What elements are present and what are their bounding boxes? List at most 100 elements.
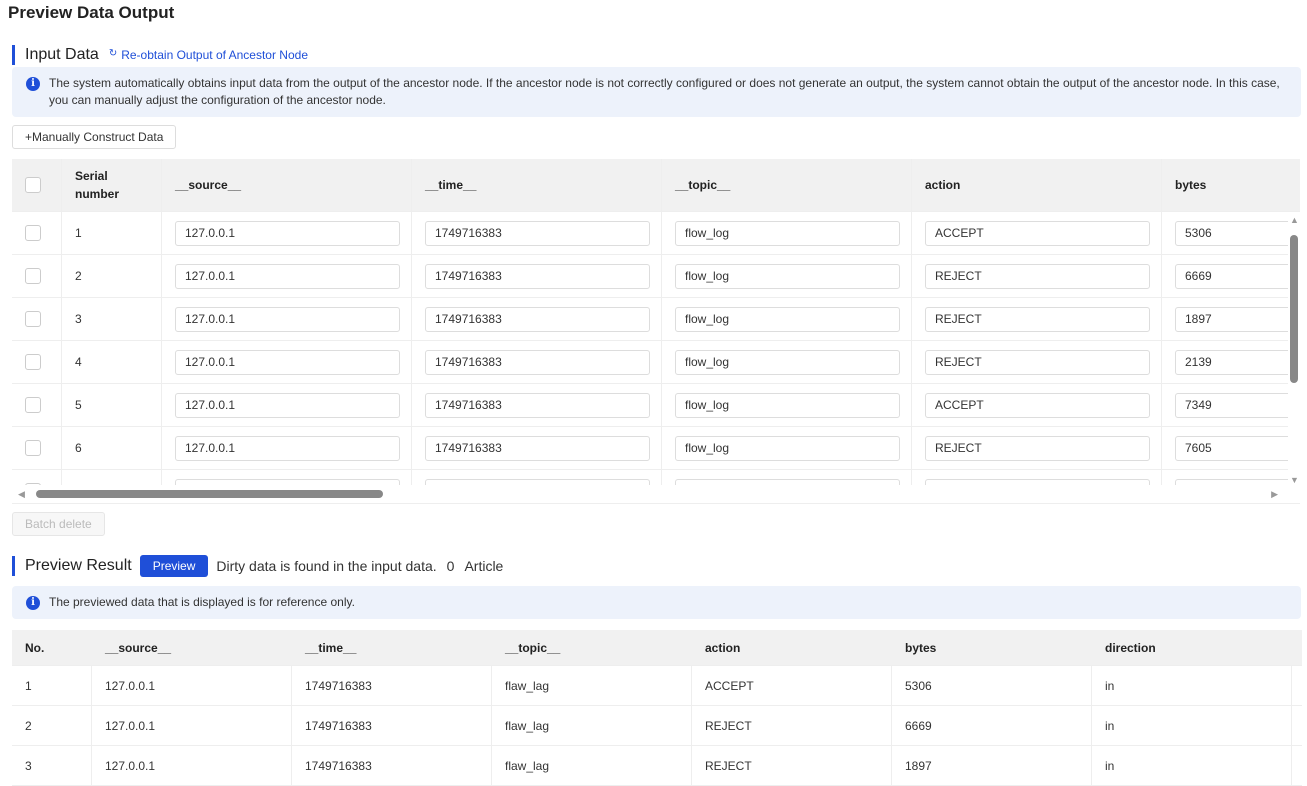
preview-source-cell: 127.0.0.1 [92, 666, 292, 705]
row-checkbox[interactable] [25, 311, 41, 327]
scroll-up-arrow-icon[interactable]: ▲ [1290, 215, 1299, 225]
topic-cell: flow_log [662, 341, 912, 383]
preview-direction-cell: in [1092, 746, 1292, 785]
manually-construct-data-button[interactable]: +Manually Construct Data [12, 125, 177, 149]
source-input[interactable]: 127.0.0.1 [175, 349, 400, 375]
time-input[interactable]: 1749716383 [425, 435, 650, 461]
vertical-scrollbar[interactable]: ▲ ▼ [1288, 213, 1300, 485]
preview-time-cell: 1749716383 [292, 746, 492, 785]
preview-header-topic: __topic__ [505, 640, 561, 655]
preview-button[interactable]: Preview [139, 555, 209, 577]
bytes-input[interactable]: 6669 [1175, 263, 1300, 289]
source-input[interactable]: 127.0.0.1 [175, 306, 400, 332]
topic-input[interactable]: flow_log [675, 435, 900, 461]
dirty-data-count: 0 [446, 558, 455, 574]
action-input[interactable]: REJECT [925, 435, 1150, 461]
bytes-cell: 7605 [1162, 427, 1300, 469]
table-row: 6 127.0.0.1 1749716383 flow_log REJECT 7605 [12, 427, 1300, 470]
row-checkbox[interactable] [25, 225, 41, 241]
source-cell: 127.0.0.1 [162, 255, 412, 297]
bytes-input[interactable]: 7349 [1175, 392, 1300, 418]
preview-bytes-cell: 6669 [892, 706, 1092, 745]
time-input[interactable]: 1749716383 [425, 392, 650, 418]
scroll-left-arrow-icon[interactable]: ◀ [18, 489, 25, 500]
topic-cell: flow_log [662, 384, 912, 426]
action-input[interactable]: ACCEPT [925, 220, 1150, 246]
row-checkbox[interactable] [25, 440, 41, 456]
section-accent-bar [12, 556, 15, 576]
action-cell: ACCEPT [912, 212, 1162, 254]
time-input[interactable]: 1749716383 [425, 306, 650, 332]
topic-input[interactable]: flow_log [675, 263, 900, 289]
table-row: 1 127.0.0.1 1749716383 flow_log ACCEPT 5306 [12, 212, 1300, 255]
vertical-scrollbar-thumb[interactable] [1290, 235, 1298, 383]
scroll-right-arrow-icon[interactable]: ▶ [1271, 489, 1278, 500]
preview-source-cell: 127.0.0.1 [92, 746, 292, 785]
action-input[interactable]: REJECT [925, 306, 1150, 332]
serial-number-cell: 1 [62, 212, 162, 254]
dirty-data-text: Dirty data is found in the input data. [216, 558, 437, 574]
time-cell: 1749716383 [412, 427, 662, 469]
batch-delete-button[interactable]: Batch delete [12, 512, 105, 536]
action-cell: REJECT [912, 427, 1162, 469]
preview-header-no: No. [25, 640, 45, 655]
time-cell: 1749716383 [412, 298, 662, 340]
reobtain-output-link[interactable]: ↻ Re-obtain Output of Ancestor Node [109, 48, 308, 62]
header-source: __source__ [162, 159, 412, 211]
action-input[interactable]: ACCEPT [925, 392, 1150, 418]
time-input[interactable]: 1749716383 [425, 349, 650, 375]
topic-input[interactable]: flow_log [675, 220, 900, 246]
action-cell: REJECT [912, 298, 1162, 340]
row-checkbox[interactable] [25, 354, 41, 370]
preview-table-row: 2 127.0.0.1 1749716383 flaw_lag REJECT 6669 in [12, 706, 1302, 746]
header-serial-number: Serial number [62, 159, 162, 211]
preview-no-cell: 2 [12, 706, 92, 745]
horizontal-scrollbar-thumb[interactable] [36, 490, 383, 498]
source-input[interactable]: 127.0.0.1 [175, 392, 400, 418]
bytes-cell: 1897 [1162, 298, 1300, 340]
topic-input[interactable]: flow_log [675, 349, 900, 375]
topic-cell: flow_log [662, 298, 912, 340]
action-input[interactable]: REJECT [925, 263, 1150, 289]
select-all-checkbox[interactable] [25, 177, 41, 193]
preview-header-direction: direction [1105, 640, 1156, 655]
preview-header-row: No. __source__ __time__ __topic__ action byte… [12, 630, 1302, 666]
topic-input[interactable]: flow_log [675, 306, 900, 332]
row-checkbox[interactable] [25, 397, 41, 413]
header-topic: __topic__ [662, 159, 912, 211]
time-input[interactable]: 1749716383 [425, 220, 650, 246]
source-cell: 127.0.0.1 [162, 298, 412, 340]
preview-action-cell: REJECT [692, 706, 892, 745]
table-header-row: Serial number __source__ __time__ __topi… [12, 159, 1300, 212]
bytes-input[interactable]: 7605 [1175, 435, 1300, 461]
preview-topic-cell: flaw_lag [492, 746, 692, 785]
preview-header-action: action [705, 640, 741, 655]
input-info-notice: i The system automatically obtains input… [12, 67, 1301, 117]
source-cell: 127.0.0.1 [162, 427, 412, 469]
horizontal-scrollbar[interactable]: ◀ ▶ [12, 485, 1300, 503]
action-input[interactable]: REJECT [925, 349, 1150, 375]
preview-table-row: 3 127.0.0.1 1749716383 flaw_lag REJECT 1897 in [12, 746, 1302, 786]
preview-notice-text: The previewed data that is displayed is … [49, 595, 355, 609]
source-input[interactable]: 127.0.0.1 [175, 220, 400, 246]
reobtain-output-label: Re-obtain Output of Ancestor Node [121, 48, 308, 62]
header-bytes: bytes [1162, 159, 1300, 211]
scroll-down-arrow-icon[interactable]: ▼ [1290, 475, 1299, 485]
time-cell: 1749716383 [412, 255, 662, 297]
bytes-cell: 2139 [1162, 341, 1300, 383]
time-input[interactable]: 1749716383 [425, 263, 650, 289]
row-select-cell [12, 341, 62, 383]
bytes-input[interactable]: 2139 [1175, 349, 1300, 375]
topic-input[interactable]: flow_log [675, 392, 900, 418]
header-time: __time__ [412, 159, 662, 211]
preview-result-section-header: Preview Result Preview Dirty data is fou… [12, 555, 503, 577]
source-input[interactable]: 127.0.0.1 [175, 263, 400, 289]
preview-direction-cell: in [1092, 706, 1292, 745]
bytes-input[interactable]: 5306 [1175, 220, 1300, 246]
preview-direction-cell: in [1092, 666, 1292, 705]
bytes-input[interactable]: 1897 [1175, 306, 1300, 332]
source-input[interactable]: 127.0.0.1 [175, 435, 400, 461]
preview-result-heading: Preview Result [25, 557, 132, 574]
table-row: 2 127.0.0.1 1749716383 flow_log REJECT 6669 [12, 255, 1300, 298]
row-checkbox[interactable] [25, 268, 41, 284]
